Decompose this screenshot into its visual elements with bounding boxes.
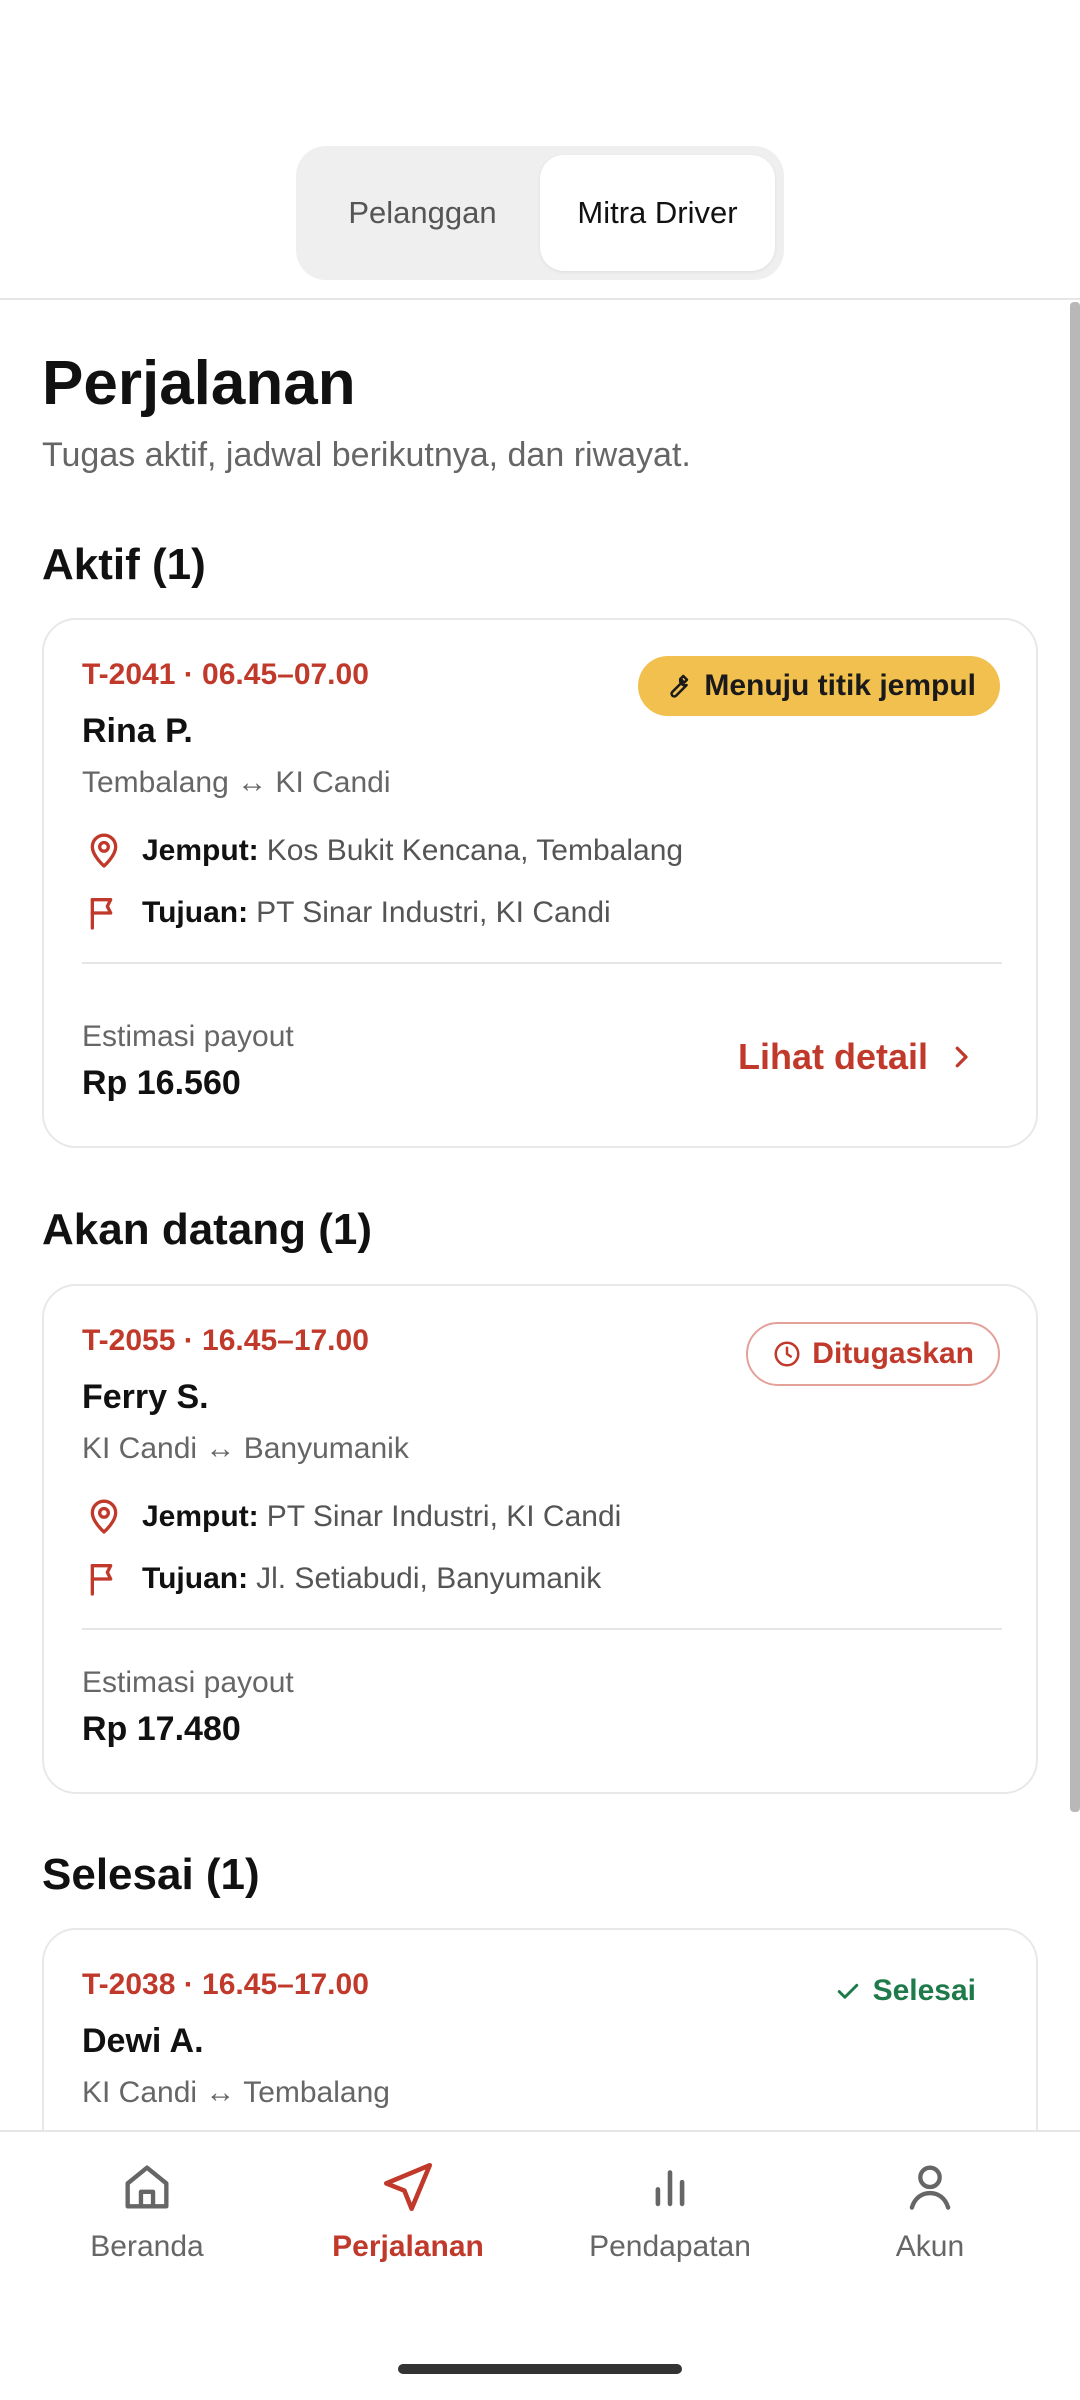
passenger-name: Dewi A. <box>82 2022 204 2060</box>
status-badge: Selesai <box>833 1974 976 2008</box>
status-badge: Ditugaskan <box>746 1322 1000 1386</box>
section-title-active: Aktif (1) <box>42 540 206 589</box>
role-switch: Pelanggan Mitra Driver <box>296 146 784 280</box>
trip-card-active[interactable]: T-2041 · 06.45–07.00 Menuju titik jempul… <box>42 618 1038 1148</box>
page-title: Perjalanan <box>42 349 356 418</box>
trips-content: Perjalanan Tugas aktif, jadwal berikutny… <box>0 300 1080 2132</box>
chevron-right-icon <box>946 1042 976 1072</box>
trip-route: KI Candi ↔ Tembalang <box>82 2076 390 2109</box>
payout-label: Estimasi payout <box>82 1020 294 1053</box>
page-subtitle: Tugas aktif, jadwal berikutnya, dan riwa… <box>42 436 691 474</box>
flag-icon <box>82 891 126 935</box>
pickup-row: Jemput: PT Sinar Industri, KI Candi <box>82 1494 621 1540</box>
divider <box>82 962 1002 964</box>
trip-route: Tembalang ↔ KI Candi <box>82 766 391 799</box>
top-bar: Pelanggan Mitra Driver <box>0 0 1080 300</box>
home-icon <box>118 2156 176 2218</box>
segment-mitra-driver[interactable]: Mitra Driver <box>540 155 775 271</box>
passenger-name: Rina P. <box>82 712 193 750</box>
wrench-icon <box>662 671 692 701</box>
clock-icon <box>772 1339 802 1369</box>
map-pin-icon <box>82 829 126 873</box>
passenger-name: Ferry S. <box>82 1378 209 1416</box>
section-title-done: Selesai (1) <box>42 1850 260 1899</box>
nav-perjalanan[interactable]: Perjalanan <box>298 2156 518 2276</box>
check-icon <box>833 1976 863 2006</box>
home-indicator[interactable] <box>398 2364 682 2374</box>
trip-code: T-2038 · 16.45–17.00 <box>82 1968 369 2001</box>
trip-code: T-2041 · 06.45–07.00 <box>82 658 369 691</box>
pickup-row: Jemput: Kos Bukit Kencana, Tembalang <box>82 828 683 874</box>
divider <box>82 1628 1002 1630</box>
user-icon <box>901 2156 959 2218</box>
trip-code: T-2055 · 16.45–17.00 <box>82 1324 369 1357</box>
status-badge: Menuju titik jempul <box>638 656 1000 716</box>
nav-beranda[interactable]: Beranda <box>37 2156 257 2276</box>
segment-pelanggan[interactable]: Pelanggan <box>305 155 540 271</box>
map-pin-icon <box>82 1495 126 1539</box>
bottom-nav: Beranda Perjalanan Pendapatan Akun <box>0 2130 1080 2400</box>
payout-label: Estimasi payout <box>82 1666 294 1699</box>
nav-pendapatan[interactable]: Pendapatan <box>560 2156 780 2276</box>
payout-value: Rp 17.480 <box>82 1710 241 1748</box>
payout-value: Rp 16.560 <box>82 1064 241 1102</box>
see-detail-link[interactable]: Lihat detail <box>738 1036 976 1078</box>
trip-card-done[interactable]: T-2038 · 16.45–17.00 Selesai Dewi A. KI … <box>42 1928 1038 2132</box>
trip-route: KI Candi ↔ Banyumanik <box>82 1432 409 1465</box>
trip-card-upcoming[interactable]: T-2055 · 16.45–17.00 Ditugaskan Ferry S.… <box>42 1284 1038 1794</box>
bar-chart-icon <box>641 2156 699 2218</box>
flag-icon <box>82 1557 126 1601</box>
nav-akun[interactable]: Akun <box>820 2156 1040 2276</box>
navigation-icon <box>379 2156 437 2218</box>
section-title-upcoming: Akan datang (1) <box>42 1205 373 1254</box>
destination-row: Tujuan: PT Sinar Industri, KI Candi <box>82 890 611 936</box>
destination-row: Tujuan: Jl. Setiabudi, Banyumanik <box>82 1556 601 1602</box>
